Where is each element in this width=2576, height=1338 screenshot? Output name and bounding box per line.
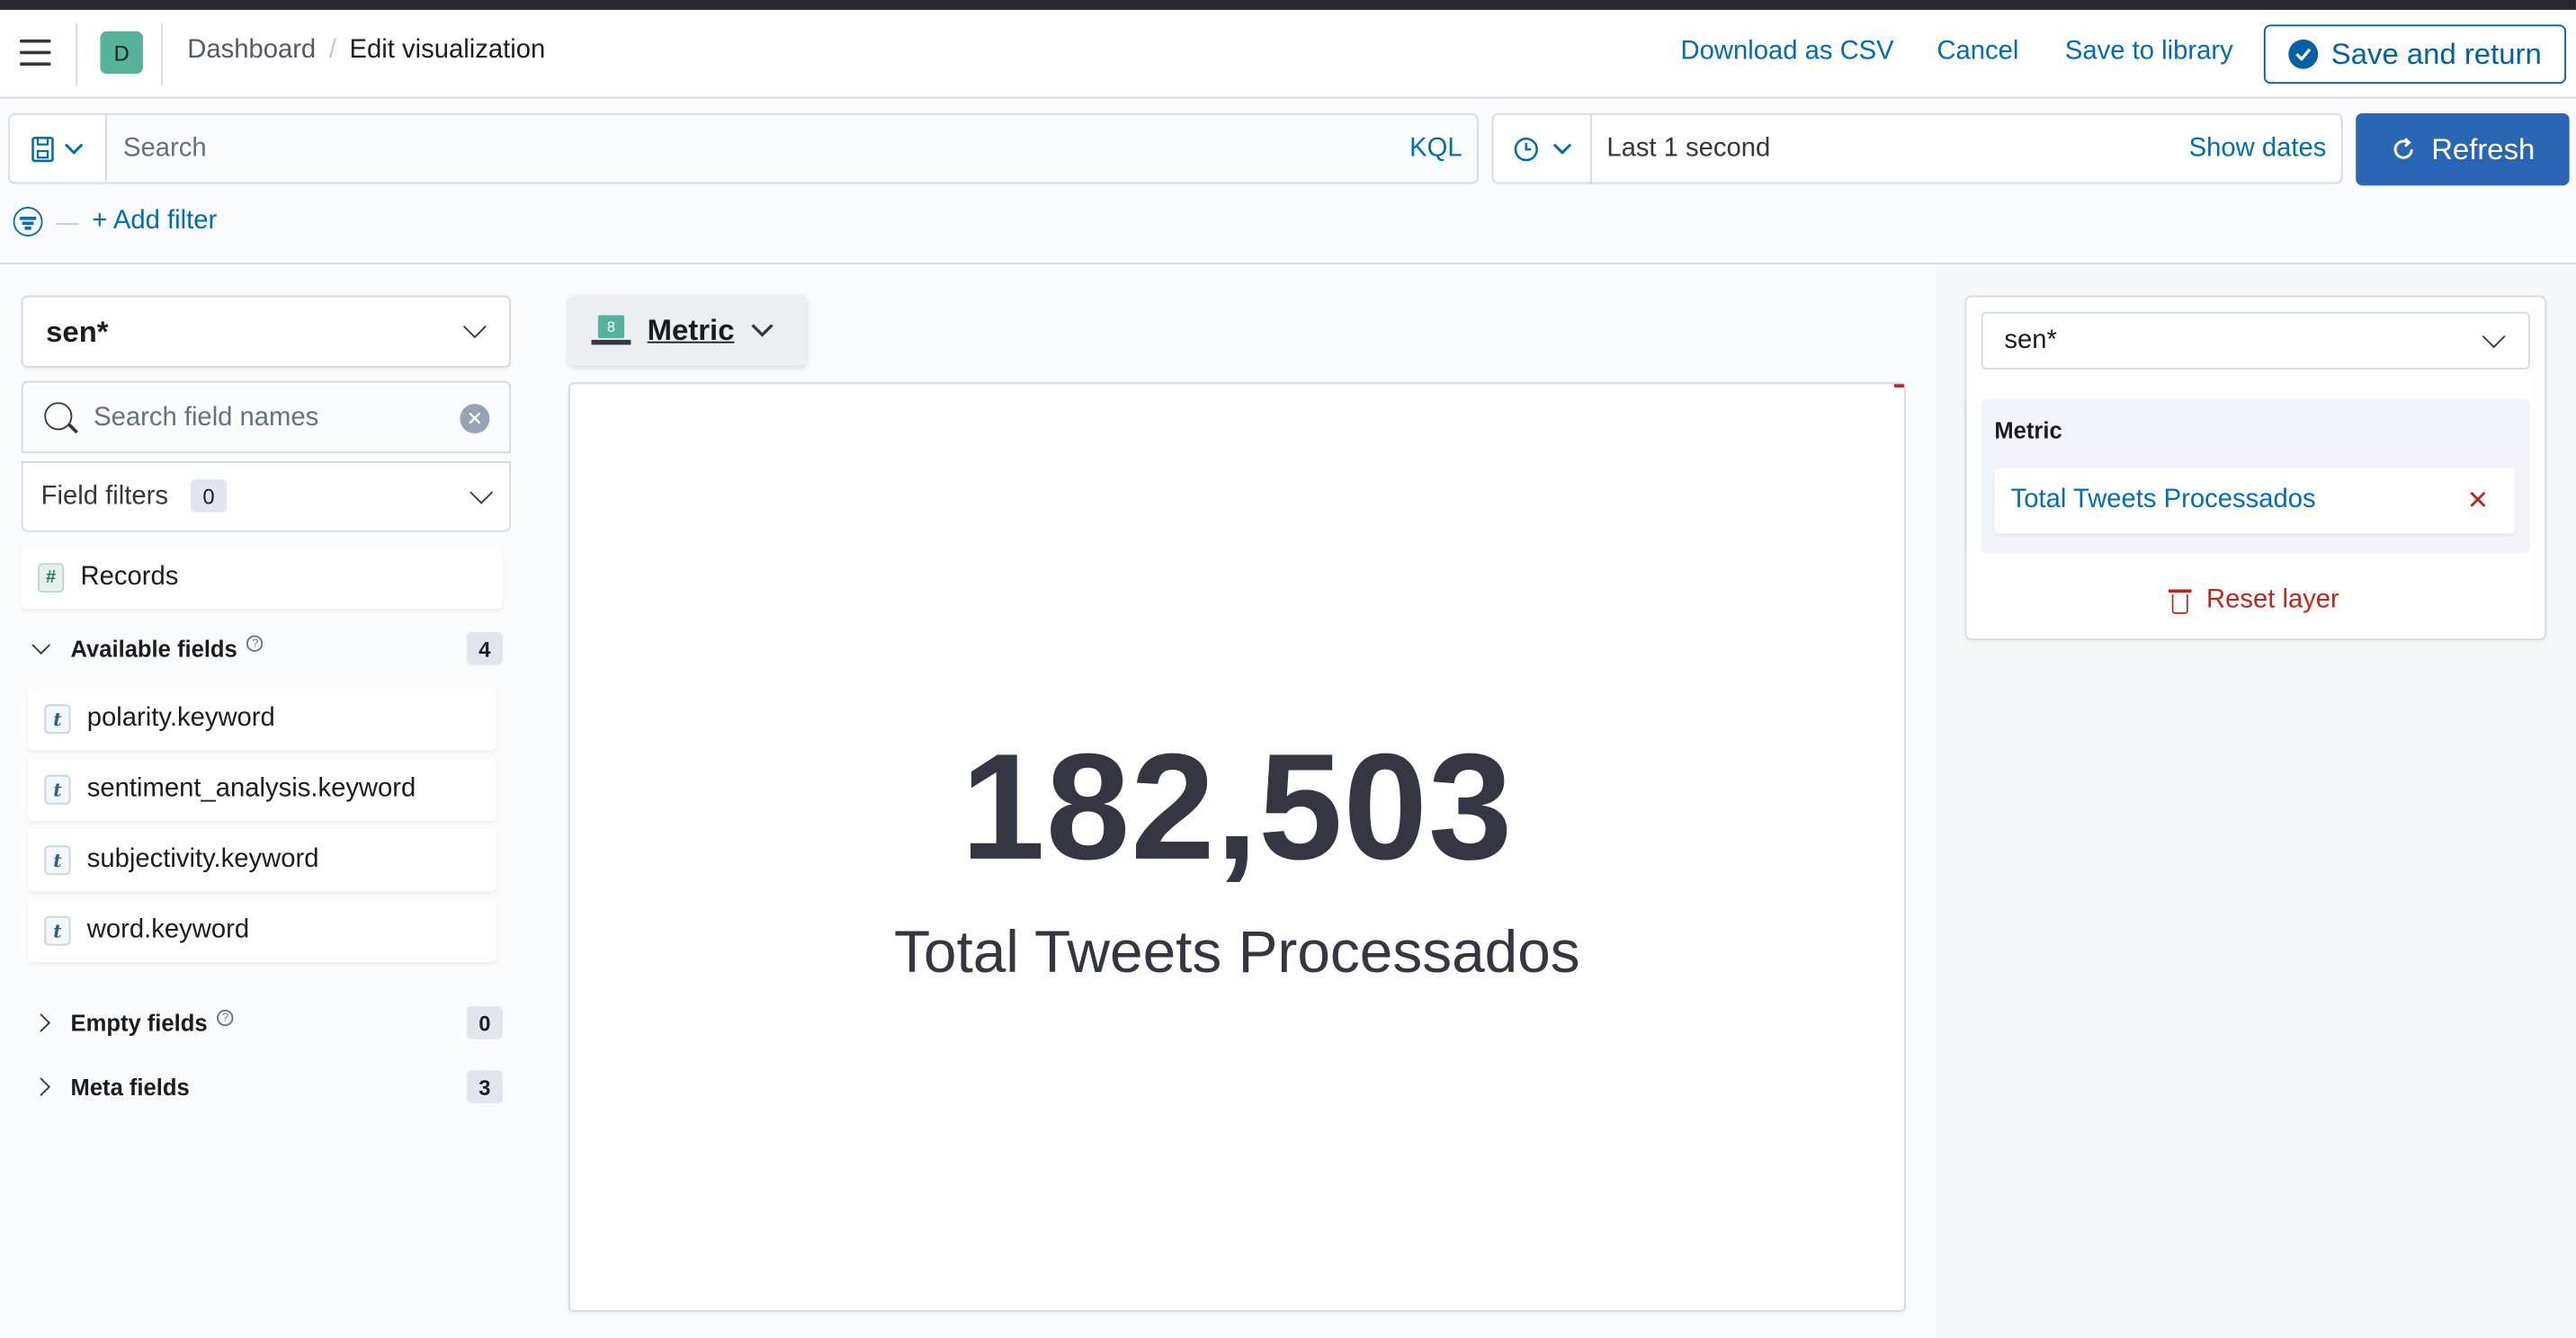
download-csv-button[interactable]: Download as CSV [1681,38,1894,67]
chevron-down-icon [31,636,50,655]
remove-dimension-icon[interactable]: ✕ [2467,485,2489,518]
field-item[interactable]: t subjectivity.keyword [28,829,496,892]
dimension-label: Total Tweets Processados [2010,486,2316,514]
empty-fields-label: Empty fields [70,1009,208,1037]
filter-separator: — [56,208,79,236]
number-type-icon: # [38,563,65,593]
available-fields-toggle[interactable]: Available fields ? 4 [30,630,506,666]
question-icon: ? [217,1009,234,1027]
field-name: polarity.keyword [86,704,275,733]
refresh-label: Refresh [2431,131,2536,165]
add-filter-button[interactable]: + Add filter [92,207,217,236]
filter-icon[interactable] [13,207,43,236]
show-dates-button[interactable]: Show dates [2189,135,2327,165]
string-type-icon: t [44,915,71,946]
layer-panel: sen* Metric Total Tweets Processados ✕ R… [1964,295,2547,641]
breadcrumb-current: Edit visualization [349,36,546,65]
field-item-records[interactable]: # Records [21,546,503,610]
quick-time-menu-button[interactable] [1491,112,1591,184]
string-type-icon: t [44,845,71,876]
refresh-icon [2393,138,2413,159]
save-icon [31,136,54,162]
empty-fields-count: 0 [466,1006,503,1039]
string-type-icon: t [44,774,71,805]
layer-index-pattern-select[interactable]: sen* [1981,311,2530,370]
chevron-down-icon [462,315,487,339]
metric-chart-icon: 8 [591,314,631,348]
query-search-input[interactable] [122,134,1373,165]
breadcrumb-dashboard[interactable]: Dashboard [187,36,316,66]
chevron-down-icon [1552,142,1571,154]
field-filters-count: 0 [190,479,228,513]
available-fields-count: 4 [466,631,503,665]
field-item[interactable]: t sentiment_analysis.keyword [28,758,496,821]
date-range-picker[interactable]: Last 1 second Show dates [1590,112,2343,184]
workspace: 8 Metric 182,503 Total Tweets Processado… [539,265,1936,1338]
space-avatar[interactable]: D [100,31,143,75]
save-to-library-button[interactable]: Save to library [2065,38,2233,67]
trash-icon [2168,588,2192,614]
empty-fields-toggle[interactable]: Empty fields ? 0 [30,1004,506,1040]
chevron-down-icon [65,142,84,154]
metric-label: Total Tweets Processados [894,917,1580,986]
field-item[interactable]: t word.keyword [28,899,496,962]
meta-fields-label: Meta fields [70,1074,190,1101]
header-divider [76,22,77,85]
menu-icon[interactable] [19,39,51,67]
config-panel: sen* Metric Total Tweets Processados ✕ R… [1935,265,2576,1338]
saved-query-button[interactable] [8,112,105,184]
layer-index-pattern-label: sen* [2004,326,2057,355]
query-bar: KQL Last 1 second Show dates Refresh — +… [0,100,2576,264]
time-range-label: Last 1 second [1606,134,1771,163]
field-name: word.keyword [86,915,250,944]
field-filters-button[interactable]: Field filters 0 [21,461,512,532]
available-fields-label: Available fields [70,635,237,662]
field-search-input[interactable] [94,404,455,434]
app-header: D Dashboard / Edit visualization Downloa… [0,9,2576,99]
chart-type-label: Metric [647,313,735,347]
meta-fields-toggle[interactable]: Meta fields 3 [30,1069,506,1105]
chevron-down-icon [751,324,774,337]
chevron-right-icon [31,1077,50,1097]
field-name: Records [80,563,179,592]
query-language-button[interactable]: KQL [1409,135,1462,165]
breadcrumb: Dashboard / Edit visualization [187,36,545,66]
field-search-field[interactable]: ✕ [21,380,512,453]
reset-layer-label: Reset layer [2205,585,2339,614]
header-divider [160,22,163,85]
cancel-button[interactable]: Cancel [1936,38,2018,67]
chevron-down-icon [2482,325,2506,349]
search-icon [44,402,73,431]
meta-fields-count: 3 [466,1070,503,1103]
chevron-right-icon [31,1013,50,1032]
chart-type-switch[interactable]: 8 Metric [568,295,807,367]
question-icon: ? [246,635,264,652]
dimension-group-title: Metric [1994,416,2062,443]
field-name: subjectivity.keyword [86,845,319,874]
clock-icon [1513,137,1538,161]
dimension-button[interactable]: Total Tweets Processados ✕ [1994,468,2516,534]
query-search-field[interactable]: KQL [104,112,1479,184]
field-name: sentiment_analysis.keyword [86,774,416,803]
field-filters-label: Field filters [40,482,168,511]
field-item[interactable]: t polarity.keyword [28,688,496,751]
reset-layer-button[interactable]: Reset layer [2168,585,2339,616]
save-and-return-button[interactable]: Save and return [2263,24,2566,85]
check-circle-icon [2288,39,2319,69]
string-type-icon: t [44,704,71,735]
status-indicator [1893,384,1904,388]
filter-bar: — + Add filter [13,207,217,236]
metric-value: 182,503 [961,724,1514,892]
metric-dimension-group: Metric Total Tweets Processados ✕ [1981,398,2530,554]
visualization-preview: 182,503 Total Tweets Processados [568,382,1906,1312]
save-and-return-label: Save and return [2330,37,2542,70]
clear-search-icon[interactable]: ✕ [460,404,490,434]
breadcrumb-separator: / [328,36,336,65]
chevron-down-icon [470,480,494,504]
top-strip [0,0,2576,10]
refresh-button[interactable]: Refresh [2356,112,2570,186]
index-pattern-label: sen* [46,315,109,349]
index-pattern-select[interactable]: sen* [21,295,512,368]
field-list-panel: sen* ✕ Field filters 0 # Records Availab… [0,265,540,1338]
